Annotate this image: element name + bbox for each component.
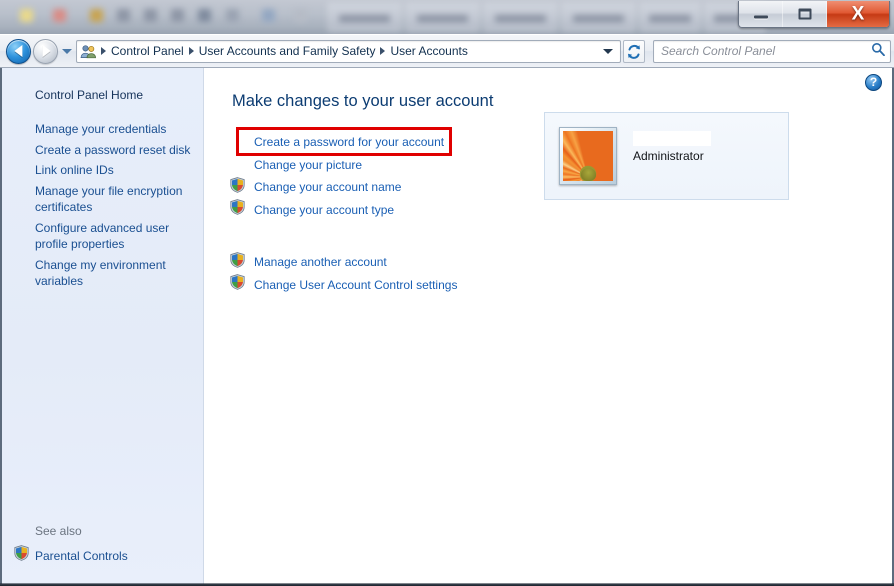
forward-button[interactable] [33,38,58,64]
task-link-change-your-account-type[interactable]: Change your account type [230,199,892,222]
back-arrow-icon [13,45,22,57]
maximize-icon [798,8,811,20]
account-role-label: Administrator [633,149,704,163]
background-tab [406,2,479,31]
window-caption-buttons: X [738,1,890,28]
background-tab [562,2,635,31]
sidebar-item-control-panel-home[interactable]: Control Panel Home [2,84,203,104]
forward-arrow-icon [42,45,51,57]
sidebar-item-manage-your-credentials[interactable]: Manage your credentials [2,119,203,140]
breadcrumb-item-user-accounts[interactable]: User Accounts [387,41,470,62]
see-also-label: See also [35,524,82,538]
breadcrumb-separator [188,47,194,55]
background-icon [198,9,211,22]
control-panel-window: X Control Panel User Accounts and Family… [0,0,894,586]
sidebar-task-list: Manage your credentials Create a passwor… [2,119,203,292]
sidebar-item-parental-controls[interactable]: Parental Controls [2,545,203,566]
background-tab [328,2,401,31]
background-icon [117,9,130,22]
task-link-label[interactable]: Change your account name [254,180,401,194]
uac-shield-icon [230,274,247,295]
sidebar-item-configure-advanced-user-profile-properties[interactable]: Configure advanced user profile properti… [2,218,203,255]
breadcrumb-item-user-accounts-and-family-safety[interactable]: User Accounts and Family Safety [196,41,379,62]
recent-pages-chevron-down-icon[interactable] [62,48,72,54]
account-text-block: Administrator [633,131,711,164]
close-icon: X [851,3,865,25]
background-icon [294,9,307,22]
back-button[interactable] [6,38,31,64]
see-also-item-label: Parental Controls [35,548,128,563]
task-link-label[interactable]: Manage another account [254,255,387,269]
task-link-label[interactable]: Create a password for your account [254,135,444,149]
search-icon [871,42,885,61]
search-box[interactable] [653,39,891,63]
address-toolbar: Control Panel User Accounts and Family S… [0,34,894,68]
flower-avatar-icon [563,131,613,181]
breadcrumb-bar[interactable]: Control Panel User Accounts and Family S… [76,39,621,63]
background-icon [262,9,275,22]
window-body: Control Panel Home Manage your credentia… [0,68,894,586]
background-tab [640,2,700,31]
sidebar: Control Panel Home Manage your credentia… [2,68,204,584]
background-icon [90,9,103,22]
background-window-strip: X [0,0,894,34]
uac-shield-icon [14,545,29,566]
sidebar-item-create-a-password-reset-disk[interactable]: Create a password reset disk [2,140,203,161]
background-icon [144,9,157,22]
breadcrumb-chevron-down-icon[interactable] [603,48,613,54]
search-input[interactable] [659,43,871,59]
background-tab [484,2,557,31]
task-link-label[interactable]: Change your picture [254,158,362,172]
background-icon [20,9,33,22]
minimize-button[interactable] [739,1,783,27]
user-accounts-icon [80,44,97,59]
help-icon[interactable]: ? [865,74,882,91]
sidebar-item-change-my-environment-variables[interactable]: Change my environment variables [2,255,203,292]
breadcrumb-item-control-panel[interactable]: Control Panel [108,41,187,62]
background-icon [226,9,239,22]
secondary-task-links: Manage another account Change User Accou… [230,251,892,296]
content-pane: ? Make changes to your user account Crea… [204,68,892,584]
account-name-redaction [633,131,711,146]
background-icon [53,9,66,22]
uac-shield-icon [230,176,247,198]
task-link-label[interactable]: Change your account type [254,203,394,217]
minimize-icon [753,15,768,19]
task-link-manage-another-account[interactable]: Manage another account [230,251,892,274]
breadcrumb-separator [101,47,106,55]
close-button[interactable]: X [827,1,889,27]
task-link-change-uac-settings[interactable]: Change User Account Control settings [230,274,892,297]
avatar[interactable] [559,127,617,185]
account-summary-panel: Administrator [544,112,789,200]
see-also-section: See also Parental Controls [2,522,203,566]
task-link-label[interactable]: Change User Account Control settings [254,278,457,292]
maximize-button[interactable] [783,1,827,27]
page-title: Make changes to your user account [232,92,494,110]
refresh-button[interactable] [623,39,645,63]
breadcrumb-separator [380,47,386,55]
sidebar-item-link-online-ids[interactable]: Link online IDs [2,160,203,181]
uac-shield-icon [230,199,247,220]
background-icon [171,9,184,22]
sidebar-item-manage-your-file-encryption-certificates[interactable]: Manage your file encryption certificates [2,181,203,218]
uac-shield-icon [230,251,247,273]
refresh-icon [628,44,640,59]
